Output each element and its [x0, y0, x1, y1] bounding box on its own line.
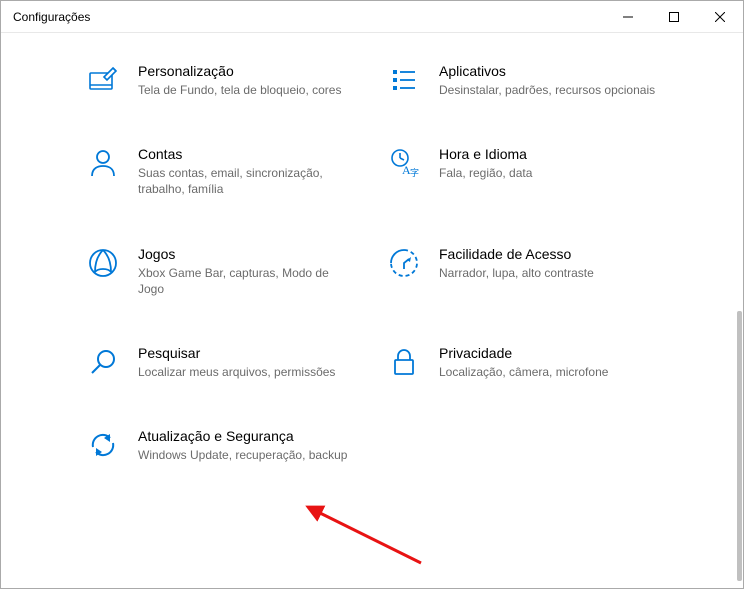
time-language-icon: A 字 [387, 146, 421, 180]
category-apps[interactable]: Aplicativos Desinstalar, padrões, recurs… [387, 63, 658, 98]
personalization-icon [86, 63, 120, 97]
category-title: Privacidade [439, 345, 658, 361]
category-title: Contas [138, 146, 357, 162]
close-button[interactable] [697, 1, 743, 32]
category-update-security[interactable]: Atualização e Segurança Windows Update, … [86, 428, 357, 463]
category-ease-of-access[interactable]: Facilidade de Acesso Narrador, lupa, alt… [387, 246, 658, 297]
privacy-icon [387, 345, 421, 379]
apps-icon [387, 63, 421, 97]
category-accounts[interactable]: Contas Suas contas, email, sincronização… [86, 146, 357, 197]
category-desc: Fala, região, data [439, 165, 658, 181]
category-desc: Localizar meus arquivos, permissões [138, 364, 357, 380]
category-title: Aplicativos [439, 63, 658, 79]
ease-of-access-icon [387, 246, 421, 280]
category-title: Pesquisar [138, 345, 357, 361]
category-title: Jogos [138, 246, 357, 262]
category-privacy[interactable]: Privacidade Localização, câmera, microfo… [387, 345, 658, 380]
category-title: Atualização e Segurança [138, 428, 357, 444]
category-desc: Xbox Game Bar, capturas, Modo de Jogo [138, 265, 357, 297]
titlebar: Configurações [1, 1, 743, 33]
content-area: Personalização Tela de Fundo, tela de bl… [1, 33, 743, 588]
category-title: Facilidade de Acesso [439, 246, 658, 262]
category-desc: Tela de Fundo, tela de bloqueio, cores [138, 82, 357, 98]
window-controls [605, 1, 743, 32]
category-desc: Suas contas, email, sincronização, traba… [138, 165, 357, 197]
category-title: Personalização [138, 63, 357, 79]
svg-text:字: 字 [410, 167, 419, 178]
search-icon [86, 345, 120, 379]
category-desc: Desinstalar, padrões, recursos opcionais [439, 82, 658, 98]
category-personalization[interactable]: Personalização Tela de Fundo, tela de bl… [86, 63, 357, 98]
category-desc: Windows Update, recuperação, backup [138, 447, 357, 463]
category-search[interactable]: Pesquisar Localizar meus arquivos, permi… [86, 345, 357, 380]
maximize-button[interactable] [651, 1, 697, 32]
minimize-button[interactable] [605, 1, 651, 32]
window-title: Configurações [13, 10, 90, 24]
scrollbar-thumb[interactable] [737, 311, 742, 581]
accounts-icon [86, 146, 120, 180]
category-grid: Personalização Tela de Fundo, tela de bl… [86, 63, 658, 463]
category-time-language[interactable]: A 字 Hora e Idioma Fala, região, data [387, 146, 658, 197]
gaming-icon [86, 246, 120, 280]
update-security-icon [86, 428, 120, 462]
category-desc: Narrador, lupa, alto contraste [439, 265, 658, 281]
settings-window: Configurações [0, 0, 744, 589]
category-title: Hora e Idioma [439, 146, 658, 162]
category-desc: Localização, câmera, microfone [439, 364, 658, 380]
category-gaming[interactable]: Jogos Xbox Game Bar, capturas, Modo de J… [86, 246, 357, 297]
